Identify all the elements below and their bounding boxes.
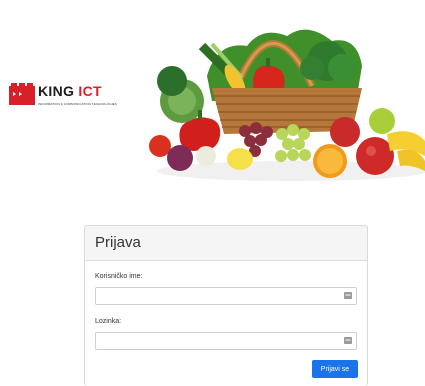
- key-icon: [344, 292, 352, 299]
- username-field-wrapper[interactable]: [95, 287, 357, 307]
- login-panel: Prijava Korisničko ime: Lozinka: Prijavi…: [84, 225, 368, 386]
- logo-wordmark: KING ICT: [38, 83, 102, 99]
- logo-mark-icon: [9, 83, 35, 105]
- password-field-wrapper[interactable]: [95, 332, 357, 352]
- company-logo: KING ICT INFORMATION & COMMUNICATION TEC…: [9, 81, 121, 113]
- username-label: Korisničko ime:: [95, 273, 143, 280]
- login-title: Prijava: [95, 234, 141, 251]
- password-label: Lozinka:: [95, 318, 122, 325]
- key-icon: [344, 337, 352, 344]
- logo-word-king: KING: [38, 83, 75, 99]
- vegetable-basket-image: [149, 29, 425, 181]
- logo-word-ict: ICT: [78, 83, 102, 99]
- login-submit-button[interactable]: Prijavi se: [312, 360, 358, 378]
- password-input[interactable]: [96, 335, 344, 352]
- username-input[interactable]: [96, 290, 344, 307]
- logo-tagline: INFORMATION & COMMUNICATION TECHNOLOGIES: [38, 102, 117, 106]
